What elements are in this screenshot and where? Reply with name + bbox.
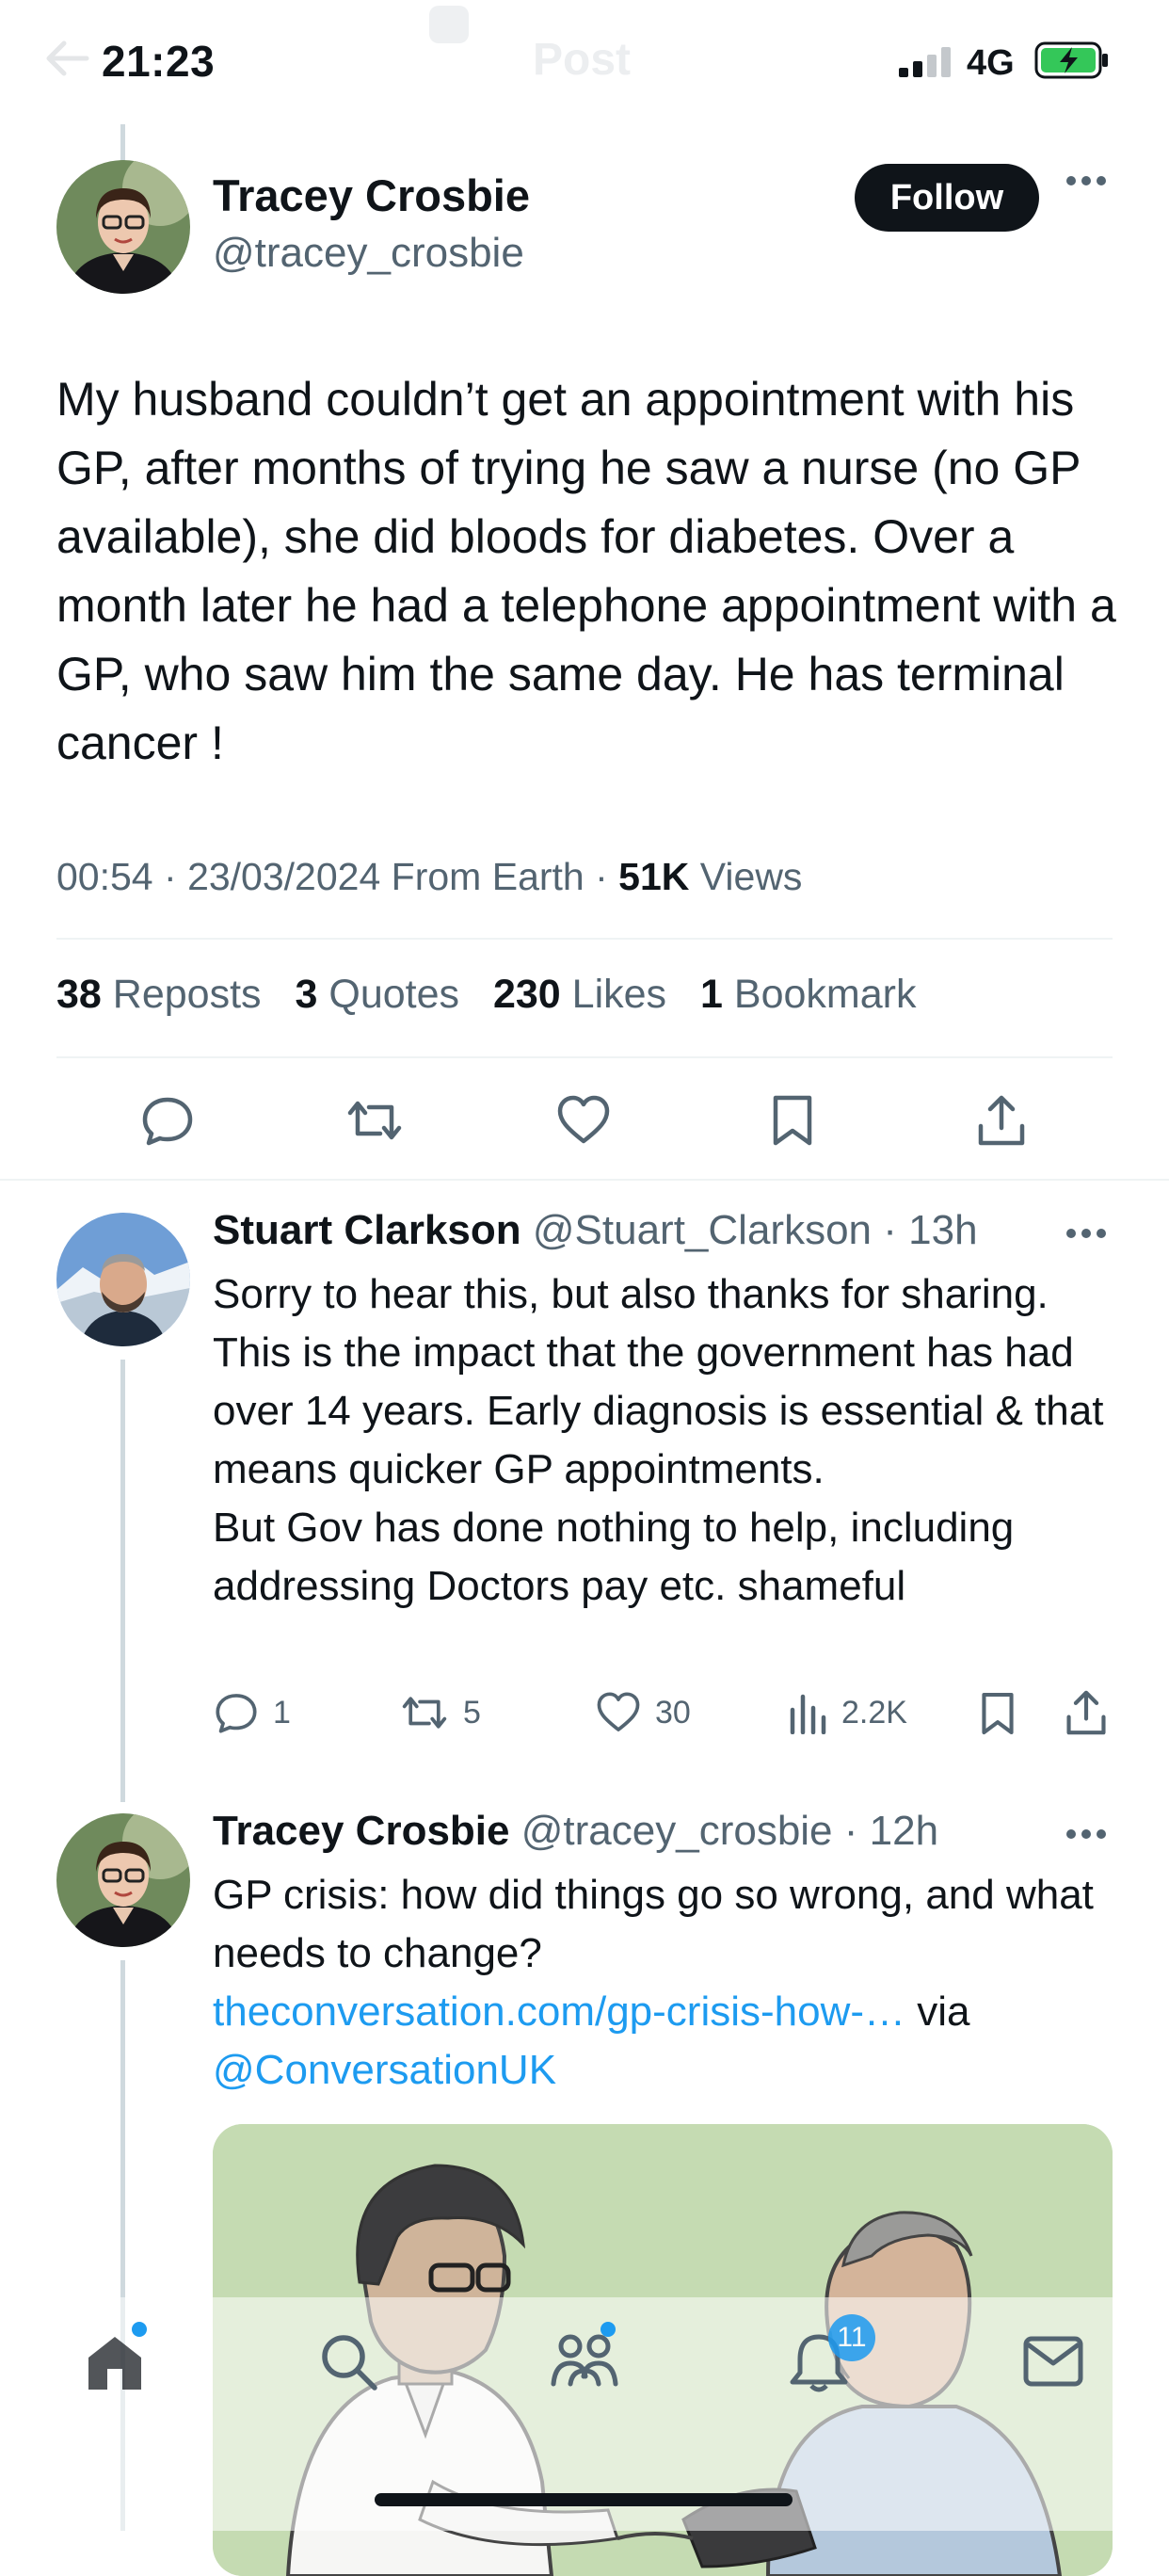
reply-header: Tracey Crosbie @tracey_crosbie · 12h — [213, 1808, 938, 1855]
notifications-count-badge: 11 — [828, 2314, 875, 2361]
likes-count: 230 — [492, 972, 561, 1017]
like-icon[interactable] — [555, 1092, 612, 1149]
reply-age[interactable]: 12h — [870, 1808, 938, 1854]
status-bar: Post 21:23 4G — [0, 0, 1169, 124]
mention-link[interactable]: @ConversationUK — [213, 2047, 556, 2093]
communities-icon[interactable] — [550, 2329, 619, 2393]
reply-author-name[interactable]: Tracey Crosbie — [213, 1808, 510, 1854]
repost-icon[interactable] — [344, 1092, 405, 1149]
meta-separator: · — [832, 1808, 870, 1854]
divider — [56, 938, 1113, 940]
bookmark-button[interactable] — [979, 1691, 1017, 1736]
author-handle[interactable]: @tracey_crosbie — [213, 230, 524, 277]
meta-separator: · — [595, 855, 619, 898]
reply-text: GP crisis: how did things go so wrong, a… — [213, 1866, 1116, 2100]
avatar[interactable] — [56, 1213, 190, 1346]
analytics-icon — [790, 1694, 826, 1734]
header-pill-ghost — [429, 6, 469, 43]
like-icon — [597, 1692, 640, 1731]
repost-button[interactable]: 5 — [399, 1691, 481, 1734]
home-indicator[interactable] — [375, 2493, 793, 2506]
reply-author-handle[interactable]: @Stuart_Clarkson — [533, 1207, 872, 1253]
search-icon[interactable] — [318, 2331, 380, 2393]
like-count: 30 — [655, 1694, 691, 1731]
bookmarks-label: Bookmark — [733, 972, 917, 1017]
post-source: From Earth — [391, 855, 584, 898]
share-icon — [1066, 1690, 1106, 1735]
home-icon[interactable] — [85, 2331, 145, 2391]
reply-icon[interactable] — [139, 1092, 196, 1149]
quotes-count: 3 — [295, 972, 318, 1017]
cellular-signal-icon — [899, 47, 953, 77]
messages-icon[interactable] — [1022, 2335, 1084, 2388]
thread-line — [120, 1360, 125, 1802]
reply-header: Stuart Clarkson @Stuart_Clarkson · 13h — [213, 1207, 978, 1254]
network-type: 4G — [967, 43, 1015, 83]
reply-icon — [216, 1694, 257, 1733]
share-icon[interactable] — [973, 1092, 1030, 1149]
battery-charging-icon — [1034, 41, 1110, 79]
reply-author-name[interactable]: Stuart Clarkson — [213, 1207, 521, 1253]
post-text: My husband couldn’t get an appointment w… — [56, 373, 1116, 769]
quotes-label: Quotes — [328, 972, 460, 1017]
reply-text: Sorry to hear this, but also thanks for … — [213, 1271, 1104, 1609]
post-meta: 00:54 · 23/03/2024 From Earth · 51K View… — [56, 855, 802, 899]
more-options-icon[interactable] — [1065, 1228, 1107, 1239]
views-button[interactable]: 2.2K — [787, 1691, 907, 1734]
header-title: Post — [533, 35, 632, 85]
home-unread-dot — [132, 2322, 147, 2337]
more-options-icon[interactable] — [1065, 1828, 1107, 1840]
bookmark-icon — [982, 1692, 1014, 1735]
author-name[interactable]: Tracey Crosbie — [213, 169, 530, 221]
reply-age[interactable]: 13h — [908, 1207, 977, 1253]
thread-line-top — [120, 124, 125, 162]
meta-separator: · — [164, 855, 188, 898]
reply-button[interactable]: 1 — [213, 1691, 291, 1734]
post-date: 23/03/2024 — [187, 855, 381, 898]
share-button[interactable] — [1064, 1689, 1109, 1736]
view-count: 2.2K — [841, 1694, 907, 1731]
repost-icon — [402, 1697, 447, 1729]
meta-separator: · — [872, 1207, 909, 1253]
reposts-label: Reposts — [112, 972, 262, 1017]
views-label[interactable]: Views — [700, 855, 803, 898]
bookmark-icon[interactable] — [764, 1092, 821, 1149]
more-options-icon[interactable] — [1065, 175, 1107, 186]
reposts-stat[interactable]: 38 Reposts — [56, 972, 262, 1017]
article-link[interactable]: theconversation.com/gp-crisis-how-… — [213, 1988, 905, 2035]
reply-body: GP crisis: how did things go so wrong, a… — [213, 1872, 1094, 1976]
status-time: 21:23 — [102, 37, 216, 86]
quotes-stat[interactable]: 3 Quotes — [296, 972, 460, 1017]
post-stats: 38 Reposts 3 Quotes 230 Likes 1 Bookmark — [56, 972, 916, 1018]
reply-count: 1 — [273, 1694, 291, 1731]
reply-author-handle[interactable]: @tracey_crosbie — [521, 1808, 833, 1854]
via-label: via — [917, 1988, 970, 2035]
divider — [56, 1056, 1113, 1058]
likes-label: Likes — [571, 972, 667, 1017]
avatar[interactable] — [56, 1813, 190, 1947]
reposts-count: 38 — [56, 972, 102, 1017]
repost-count: 5 — [463, 1694, 481, 1731]
bookmarks-count: 1 — [700, 972, 723, 1017]
communities-unread-dot — [601, 2322, 616, 2337]
views-count[interactable]: 51K — [618, 855, 689, 898]
section-divider — [0, 1179, 1169, 1181]
avatar[interactable] — [56, 160, 190, 294]
bookmarks-stat[interactable]: 1 Bookmark — [700, 972, 916, 1017]
likes-stat[interactable]: 230 Likes — [493, 972, 666, 1017]
post-time: 00:54 — [56, 855, 153, 898]
follow-button[interactable]: Follow — [855, 164, 1039, 232]
back-arrow-icon[interactable] — [43, 40, 90, 77]
like-button[interactable]: 30 — [595, 1691, 691, 1734]
